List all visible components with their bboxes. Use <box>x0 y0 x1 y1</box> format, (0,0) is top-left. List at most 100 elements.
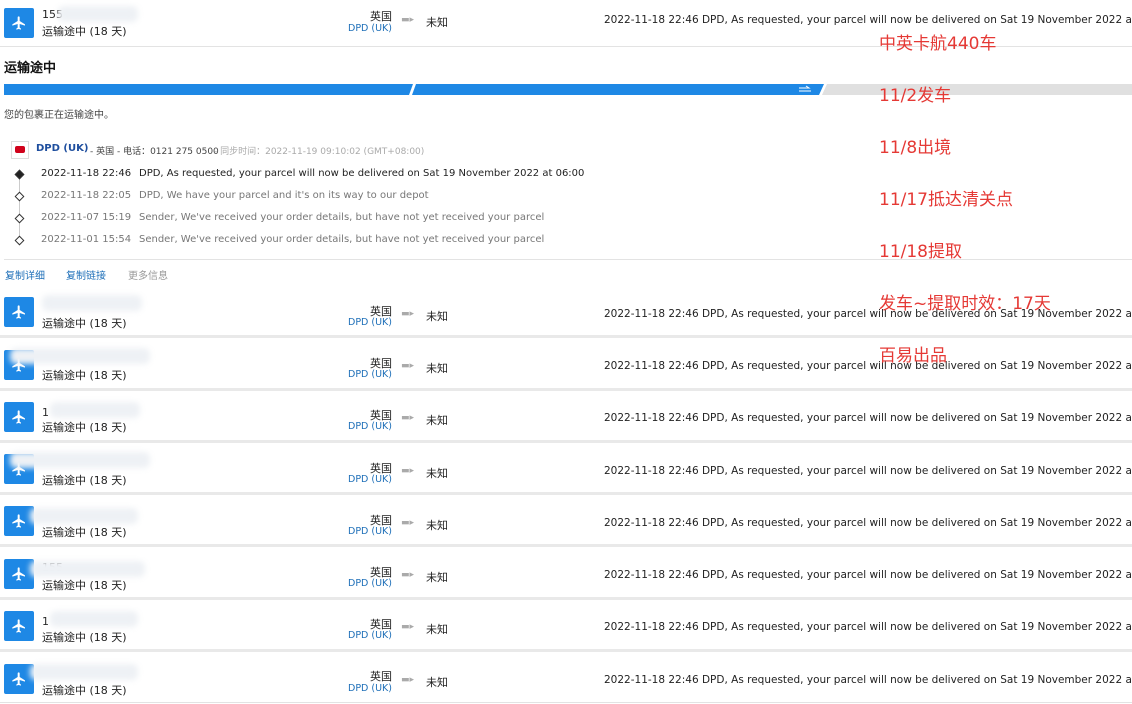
latest-event: 2022-11-18 22:46 DPD, As requested, your… <box>604 308 1132 320</box>
timeline-dot-icon <box>14 213 25 224</box>
latest-event: 2022-11-18 22:46 DPD, As requested, your… <box>604 621 1132 633</box>
latest-event: 2022-11-18 22:46 DPD, As requested, your… <box>604 360 1132 372</box>
destination-country: 未知 <box>426 623 448 636</box>
arrow-right-icon: ▬▸ <box>401 466 415 476</box>
event-time: 2022-11-18 22:46 <box>41 168 132 179</box>
carrier-link[interactable]: DPD (UK) <box>330 474 392 485</box>
latest-event: 2022-11-18 22:46 DPD, As requested, your… <box>604 412 1132 424</box>
event-text: DPD, As requested, your parcel will now … <box>139 168 585 179</box>
latest-event: 2022-11-18 22:46 DPD, As requested, your… <box>604 517 1132 529</box>
airplane-icon <box>4 297 34 327</box>
event-text: DPD, We have your parcel and it's on its… <box>139 190 429 201</box>
destination-country: 未知 <box>426 16 448 29</box>
event-time: 2022-11-07 15:19 <box>41 212 132 223</box>
event-text: Sender, We've received your order detail… <box>139 212 545 223</box>
shipment-row[interactable]: 运输途中 (18 天) 英国 DPD (UK) ▬▸ 未知 2022-11-18… <box>0 446 1132 495</box>
redacted-mask <box>50 402 140 418</box>
arrow-right-icon: ▬▸ <box>401 361 415 371</box>
shipment-row[interactable]: 1 运输途中 (18 天) 英国 DPD (UK) ▬▸ 未知 2022-11-… <box>0 603 1132 652</box>
arrow-right-icon: ▬▸ <box>401 675 415 685</box>
shipment-status: 运输途中 (18 天) <box>42 474 127 487</box>
shipment-status: 运输途中 (18 天) <box>42 317 127 330</box>
event-text: Sender, We've received your order detail… <box>139 234 545 245</box>
origin-country: 英国 <box>370 670 392 683</box>
airplane-icon <box>4 611 34 641</box>
progress-bar <box>4 84 1132 95</box>
destination-country: 未知 <box>426 676 448 689</box>
note-line: 中英卡航440车 <box>879 34 997 54</box>
shipment-status: 运输途中 (18 天) <box>42 369 127 382</box>
tracking-number[interactable]: 1 <box>42 615 49 628</box>
note-line: 11/8出境 <box>879 138 952 158</box>
destination-country: 未知 <box>426 571 448 584</box>
carrier-link[interactable]: DPD (UK) <box>330 317 392 328</box>
redacted-mask <box>42 295 142 311</box>
arrow-right-icon: ▬▸ <box>401 518 415 528</box>
arrow-right-icon: ▬▸ <box>401 309 415 319</box>
note-line: 百易出品 <box>879 346 947 366</box>
arrow-right-icon: ▬▸ <box>401 622 415 632</box>
arrow-right-icon: ▬▸ <box>401 15 415 25</box>
redacted-mask <box>58 6 138 22</box>
shipment-status: 运输途中 (18 天) <box>42 579 127 592</box>
redacted-mask <box>10 452 150 468</box>
detail-status-title: 运输途中 <box>4 61 57 76</box>
shipment-status: 运输途中 (18 天) <box>42 684 127 697</box>
redacted-mask <box>30 561 145 577</box>
more-info-link[interactable]: 更多信息 <box>128 267 168 282</box>
airplane-icon <box>4 506 34 536</box>
carrier-link[interactable]: DPD (UK) <box>330 23 392 34</box>
carrier-name[interactable]: DPD (UK) <box>36 143 88 154</box>
detail-status-desc: 您的包裹正在运输途中。 <box>4 110 114 121</box>
arrow-right-icon: ▬▸ <box>401 570 415 580</box>
destination-country: 未知 <box>426 362 448 375</box>
event-time: 2022-11-18 22:05 <box>41 190 132 201</box>
shipment-row[interactable]: 1 运输途中 (18 天) 英国 DPD (UK) ▬▸ 未知 2022-11-… <box>0 394 1132 443</box>
note-line: 11/18提取 <box>879 242 962 262</box>
airplane-icon <box>4 559 34 589</box>
carrier-link[interactable]: DPD (UK) <box>330 630 392 641</box>
destination-country: 未知 <box>426 519 448 532</box>
carrier-link[interactable]: DPD (UK) <box>330 526 392 537</box>
latest-event: 2022-11-18 22:46 DPD, As requested, your… <box>604 14 1132 26</box>
shipment-status: 运输途中 (18 天) <box>42 526 127 539</box>
destination-country: 未知 <box>426 310 448 323</box>
destination-country: 未知 <box>426 467 448 480</box>
latest-event: 2022-11-18 22:46 DPD, As requested, your… <box>604 465 1132 477</box>
shipment-status: 运输途中 (18 天) <box>42 631 127 644</box>
origin-country: 英国 <box>370 10 392 23</box>
redacted-mask <box>10 348 150 364</box>
carrier-link[interactable]: DPD (UK) <box>330 369 392 380</box>
tracking-number[interactable]: 1 <box>42 406 49 419</box>
airplane-icon <box>4 402 34 432</box>
copy-detail-link[interactable]: 复制详细 <box>5 267 45 282</box>
shipment-row[interactable]: 155 运输途中 (18 天) 英国 DPD (UK) ▬▸ 未知 2022-1… <box>0 551 1132 600</box>
latest-event: 2022-11-18 22:46 DPD, As requested, your… <box>604 674 1132 686</box>
dpd-logo-icon <box>11 141 29 159</box>
carrier-meta: - 英国 - 电话：0121 275 0500 <box>90 147 219 157</box>
copy-link-link[interactable]: 复制链接 <box>66 267 106 282</box>
destination-country: 未知 <box>426 414 448 427</box>
shipment-status: 运输途中 (18 天) <box>42 25 127 38</box>
carrier-link[interactable]: DPD (UK) <box>330 578 392 589</box>
carrier-link[interactable]: DPD (UK) <box>330 683 392 694</box>
timeline-dot-icon <box>14 235 25 246</box>
redacted-mask <box>30 508 138 524</box>
latest-event: 2022-11-18 22:46 DPD, As requested, your… <box>604 569 1132 581</box>
timeline-dot-icon <box>14 191 25 202</box>
redacted-mask <box>50 611 138 627</box>
carrier-link[interactable]: DPD (UK) <box>330 421 392 432</box>
note-line: 发车~提取时效：17天 <box>879 294 1051 314</box>
shipment-row[interactable]: 运输途中 (18 天) 英国 DPD (UK) ▬▸ 未知 2022-11-18… <box>0 498 1132 547</box>
event-time: 2022-11-01 15:54 <box>41 234 132 245</box>
shipment-detail-panel: 运输途中 您的包裹正在运输途中。 DPD (UK) - 英国 - 电话：0121… <box>0 47 1132 287</box>
shipment-status: 运输途中 (18 天) <box>42 421 127 434</box>
redacted-mask <box>30 664 138 680</box>
shipment-row[interactable]: 运输途中 (18 天) 英国 DPD (UK) ▬▸ 未知 2022-11-18… <box>0 342 1132 391</box>
timeline-dot-icon <box>14 169 25 180</box>
note-line: 11/2发车 <box>879 86 952 106</box>
shipment-row[interactable]: 运输途中 (18 天) 英国 DPD (UK) ▬▸ 未知 2022-11-18… <box>0 656 1132 703</box>
sync-time: - 同步时间：2022-11-19 09:10:02 (GMT+08:00) <box>214 147 425 157</box>
arrow-right-icon: ▬▸ <box>401 413 415 423</box>
timeline-line <box>19 179 20 241</box>
